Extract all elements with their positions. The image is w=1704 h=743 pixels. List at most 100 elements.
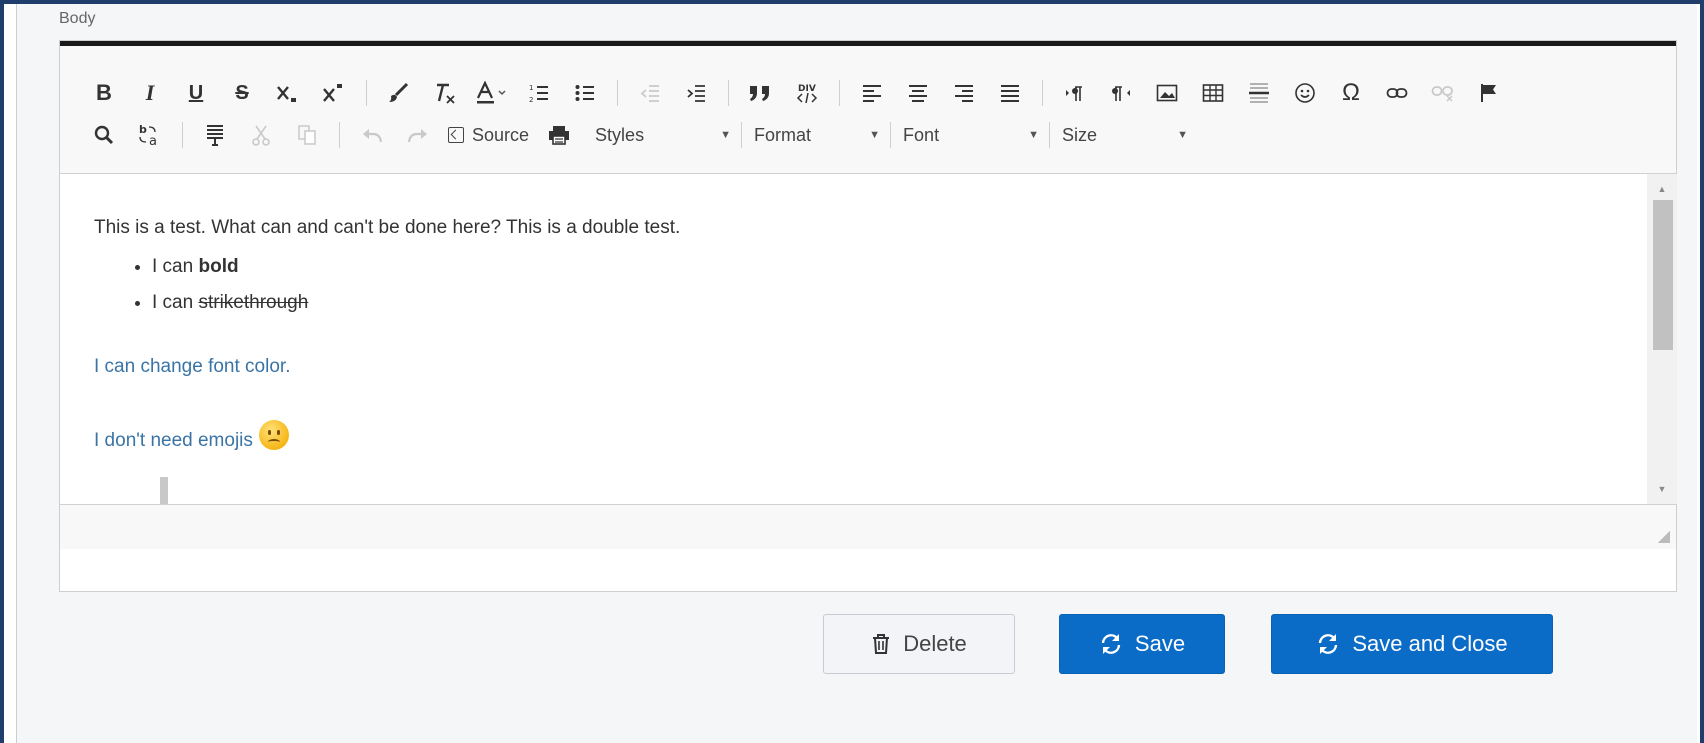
toolbar-row-2: ba Source Styles ▼ Format ▼ Font ▼ Size … [88,118,1196,152]
numbered-list-button[interactable]: 12 [523,78,555,108]
underline-button[interactable]: U [180,78,212,108]
editor-scrollbar[interactable]: ▲ ▼ [1647,174,1677,504]
superscript-button[interactable] [318,78,350,108]
resize-handle-icon[interactable] [1658,531,1670,543]
text-direction-ltr-button[interactable] [1059,78,1091,108]
scrollbar-thumb[interactable] [1653,200,1673,350]
unlink-button[interactable] [1427,78,1459,108]
font-dropdown[interactable]: Font ▼ [897,120,1047,150]
flag-icon [1481,84,1496,102]
copy-button[interactable] [291,120,323,150]
print-button[interactable] [543,120,575,150]
unlink-icon [1431,86,1453,102]
list-item-text: I can [152,292,199,313]
chevron-down-icon: ▼ [720,129,732,141]
remove-format-icon [437,83,455,104]
sad-face-emoji-icon [258,420,289,450]
create-div-button[interactable]: DIV [791,78,823,108]
toolbar-separator [890,122,892,148]
delete-button[interactable]: Delete [823,614,1015,674]
link-icon [1386,88,1408,98]
refresh-icon [1099,633,1123,655]
align-right-button[interactable] [948,78,980,108]
source-label: Source [472,124,530,145]
div-container-icon: DIV [796,84,818,104]
blockquote-button[interactable] [745,78,777,108]
undo-button[interactable] [356,120,388,150]
align-left-icon [863,85,881,102]
scroll-up-arrow-icon[interactable]: ▲ [1647,178,1677,200]
text-direction-rtl-button[interactable] [1105,78,1137,108]
smiley-icon [1295,83,1315,103]
save-button[interactable]: Save [1059,614,1225,674]
blockquote-border [160,477,168,504]
find-button[interactable] [88,120,120,150]
special-character-button[interactable]: Ω [1335,78,1367,108]
align-center-button[interactable] [902,78,934,108]
toolbar-separator [839,80,840,106]
increase-indent-button[interactable] [680,78,712,108]
save-and-close-button[interactable]: Save and Close [1271,614,1553,674]
trash-icon [871,633,891,655]
bulleted-list-button[interactable] [569,78,601,108]
strikethrough-button[interactable]: S [226,78,258,108]
rich-text-editor: B I U S 1 2 DIV Ω b a Source Styles ▼ Fo… [59,40,1677,592]
delete-label: Delete [903,631,967,656]
svg-text:a: a [149,134,157,147]
link-button[interactable] [1381,78,1413,108]
scissors-icon [252,125,270,146]
table-button[interactable] [1197,78,1229,108]
bold-button[interactable]: B [88,78,120,108]
toolbar-separator [1042,80,1043,106]
editor-content-area[interactable]: This is a test. What can and can't be do… [60,174,1647,504]
subscript-icon [277,86,296,102]
toolbar-separator [617,80,618,106]
editor-toolbar: B I U S 1 2 DIV Ω b a Source Styles ▼ Fo… [60,46,1676,174]
save-label: Save [1134,631,1186,656]
subscript-button[interactable] [272,78,304,108]
emoji-paragraph-text: I don't need emojis [94,430,253,451]
justify-button[interactable] [994,78,1026,108]
chevron-down-icon: ▼ [1028,129,1040,141]
replace-button[interactable]: ba [134,120,166,150]
svg-text:1: 1 [529,84,533,92]
cut-button[interactable] [245,120,277,150]
decrease-indent-button[interactable] [634,78,666,108]
toolbar-separator [339,122,340,148]
toolbar-row-1: B I U S 1 2 DIV Ω [88,76,1519,110]
format-dropdown[interactable]: Format ▼ [748,120,888,150]
size-dropdown[interactable]: Size ▼ [1056,120,1196,150]
remove-format-button[interactable] [429,78,461,108]
styles-label: Styles [595,124,645,145]
toolbar-separator [741,122,743,148]
italic-icon: I [145,80,155,105]
select-all-button[interactable] [199,120,231,150]
paintbrush-icon [389,82,409,102]
redo-button[interactable] [402,120,434,150]
quote-icon [750,86,769,101]
list-item: I can bold [152,256,308,278]
replace-icon: ba [139,123,157,147]
superscript-icon [323,84,342,102]
align-left-button[interactable] [856,78,888,108]
bold-text: bold [198,256,239,277]
format-label: Format [754,124,812,145]
source-button[interactable]: Source [448,120,529,150]
table-icon [1202,84,1224,102]
image-button[interactable] [1151,78,1183,108]
strikethrough-text: strikethrough [198,292,309,313]
text-color-button[interactable] [475,78,509,108]
scroll-down-arrow-icon[interactable]: ▼ [1647,478,1677,500]
styles-dropdown[interactable]: Styles ▼ [589,120,739,150]
colored-paragraph: I can change font color. [94,356,291,377]
save-and-close-label: Save and Close [1352,631,1508,656]
anchor-button[interactable] [1473,78,1505,108]
select-all-icon [207,125,223,146]
smiley-button[interactable] [1289,78,1321,108]
italic-button[interactable]: I [134,78,166,108]
horizontal-line-button[interactable] [1243,78,1275,108]
underline-icon: U [188,81,204,104]
emoji-paragraph: I don't need emojis [94,420,289,452]
copy-formatting-button[interactable] [383,78,415,108]
text-color-icon [477,81,506,104]
